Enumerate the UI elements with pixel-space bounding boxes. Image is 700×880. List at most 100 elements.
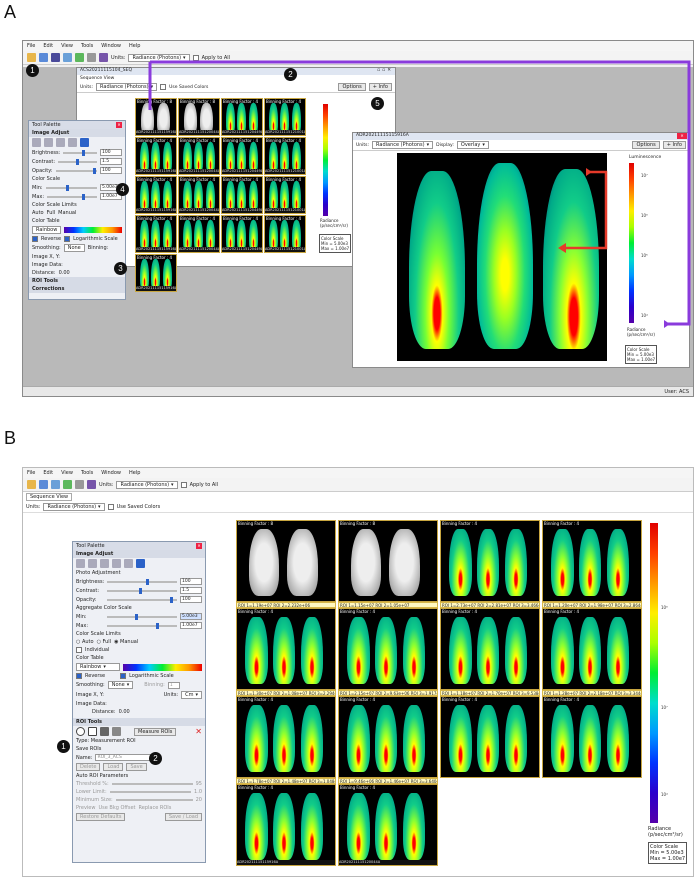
max-slider[interactable] bbox=[107, 622, 177, 629]
max-input[interactable]: 1.00e7 bbox=[180, 622, 202, 629]
save-button[interactable]: Save bbox=[126, 763, 147, 771]
min-size-value[interactable]: 20 bbox=[196, 797, 202, 803]
menu-edit-b[interactable]: Edit bbox=[43, 470, 53, 476]
binning-input[interactable]: 1 bbox=[167, 681, 180, 689]
min-slider[interactable] bbox=[107, 613, 177, 620]
apply-all-checkbox-b[interactable] bbox=[180, 481, 187, 488]
fit-icon[interactable] bbox=[100, 559, 109, 568]
help-icon[interactable] bbox=[87, 480, 96, 489]
square-roi-icon[interactable] bbox=[88, 727, 97, 736]
max-label: Max: bbox=[76, 622, 89, 629]
menu-tools-b[interactable]: Tools bbox=[81, 470, 93, 476]
save-rois-label: Save ROIs bbox=[76, 746, 102, 752]
sequence-thumbnail[interactable]: Binning Factor : 4 bbox=[440, 520, 540, 602]
restore-defaults-button[interactable]: Restore Defaults bbox=[76, 813, 126, 821]
bkg-offset-checkbox[interactable]: Use Bkg Offset bbox=[98, 805, 135, 811]
use-saved-colors-label-b: Use Saved Colors bbox=[116, 504, 161, 510]
sequence-thumbnail[interactable]: Binning Factor : 8 bbox=[236, 520, 336, 602]
measure-rois-button[interactable]: Measure ROIs bbox=[134, 727, 177, 736]
sequence-thumbnail[interactable]: Binning Factor : 4 ADR20211115115916A bbox=[236, 784, 336, 866]
tick-b-1e7: 10⁷ bbox=[661, 705, 668, 710]
manual-radio[interactable]: ◉ Manual bbox=[114, 639, 138, 645]
color-icon[interactable] bbox=[136, 559, 145, 568]
rainbow-select[interactable]: Rainbow ▾ bbox=[76, 663, 120, 671]
close-icon[interactable]: ✕ bbox=[196, 543, 202, 549]
tick-b-1e4: 10⁴ bbox=[661, 792, 668, 797]
sequence-thumbnail[interactable]: Binning Factor : 4 bbox=[338, 608, 438, 690]
contrast-input[interactable]: 1.5 bbox=[180, 587, 202, 594]
sequence-thumbnail[interactable]: Binning Factor : 8 bbox=[338, 520, 438, 602]
sequence-icon[interactable] bbox=[63, 480, 72, 489]
binning-factor-label: Binning Factor : 4 bbox=[340, 697, 376, 702]
replace-rois-checkbox[interactable]: Replace ROIs bbox=[139, 805, 172, 811]
opacity-slider[interactable] bbox=[107, 596, 177, 603]
zoom-out-icon[interactable] bbox=[88, 559, 97, 568]
roi-tools-header[interactable]: ROI Tools bbox=[73, 718, 205, 726]
smoothing-select[interactable]: None ▾ bbox=[107, 681, 134, 689]
sequence-thumbnail[interactable]: Binning Factor : 4 bbox=[542, 520, 642, 602]
copy-icon[interactable] bbox=[51, 480, 60, 489]
seq-units-value-b: Radiance (Photons) bbox=[47, 504, 97, 510]
min-size-label: Minimum Size: bbox=[76, 797, 113, 803]
circle-roi-icon[interactable] bbox=[76, 727, 85, 736]
sequence-thumbnail[interactable]: Binning Factor : 4 bbox=[542, 696, 642, 778]
load-button[interactable]: Load bbox=[103, 763, 124, 771]
sequence-view-tab-b[interactable]: Sequence View bbox=[26, 493, 73, 501]
mouse-thumbnail bbox=[245, 793, 268, 861]
menu-help-b[interactable]: Help bbox=[129, 470, 140, 476]
threshold-slider[interactable] bbox=[111, 783, 193, 785]
menu-window-b[interactable]: Window bbox=[101, 470, 121, 476]
crop-icon[interactable] bbox=[112, 559, 121, 568]
menu-view-b[interactable]: View bbox=[61, 470, 73, 476]
min-input[interactable]: 5.00e3 bbox=[180, 613, 202, 620]
brightness-input[interactable]: 100 bbox=[180, 578, 202, 585]
use-saved-colors-checkbox-b[interactable] bbox=[107, 504, 114, 510]
reverse-checkbox[interactable] bbox=[76, 673, 82, 679]
sequence-thumbnail[interactable]: Binning Factor : 4 bbox=[236, 608, 336, 690]
threshold-label: Threshold %: bbox=[76, 781, 109, 787]
open-folder-icon[interactable] bbox=[27, 480, 36, 489]
xy-units-select[interactable]: Cm ▾ bbox=[181, 691, 202, 699]
roi-name-input[interactable]: ROI_3_ACS bbox=[95, 754, 156, 761]
manual-radio-label: Manual bbox=[120, 639, 139, 645]
auto-radio[interactable]: ○ Auto bbox=[76, 639, 94, 645]
units-select-b[interactable]: Radiance (Photons) ▾ bbox=[116, 480, 178, 489]
sequence-tab-row-b: Sequence View bbox=[23, 492, 693, 502]
save-load-button[interactable]: Save / Load bbox=[164, 813, 202, 821]
preview-checkbox[interactable]: Preview bbox=[76, 805, 95, 811]
sequence-thumbnail[interactable]: Binning Factor : 4 bbox=[338, 696, 438, 778]
lower-limit-value[interactable]: 1.0 bbox=[194, 789, 202, 795]
mouse-thumbnail bbox=[504, 529, 528, 597]
zoom-in-icon[interactable] bbox=[76, 559, 85, 568]
grid-roi-icon[interactable] bbox=[100, 727, 109, 736]
individual-checkbox[interactable] bbox=[76, 647, 82, 653]
lower-limit-slider[interactable] bbox=[109, 791, 192, 793]
print-icon[interactable] bbox=[75, 480, 84, 489]
threshold-value[interactable]: 95 bbox=[196, 781, 202, 787]
image-adjust-header[interactable]: Image Adjust bbox=[73, 550, 205, 558]
free-roi-icon[interactable] bbox=[112, 727, 121, 736]
seq-units-select-b[interactable]: Radiance (Photons) ▾ bbox=[43, 503, 105, 511]
mouse-thumbnail bbox=[273, 617, 296, 685]
log-checkbox[interactable] bbox=[120, 673, 127, 679]
delete-button[interactable]: Delete bbox=[76, 763, 101, 771]
sequence-thumbnail[interactable]: Binning Factor : 4 bbox=[236, 696, 336, 778]
full-radio[interactable]: ○ Full bbox=[97, 639, 112, 645]
opacity-input[interactable]: 100 bbox=[180, 596, 202, 603]
delete-roi-icon[interactable]: ✕ bbox=[195, 727, 202, 736]
brightness-slider[interactable] bbox=[107, 578, 177, 585]
sequence-thumbnail[interactable]: Binning Factor : 4 ADR20211115120044A bbox=[338, 784, 438, 866]
sequence-thumbnail[interactable]: Binning Factor : 4 bbox=[440, 696, 540, 778]
pan-icon[interactable] bbox=[124, 559, 133, 568]
browse-icon[interactable] bbox=[39, 480, 48, 489]
roi-measurement-label: ROI 1=1.18e+07 ROI 2=1.70e+07 ROI 3=9.53… bbox=[440, 690, 540, 696]
sequence-thumbnail[interactable]: Binning Factor : 4 bbox=[542, 608, 642, 690]
min-size-slider[interactable] bbox=[115, 799, 193, 801]
max-row: Max: 1.00e7 bbox=[73, 621, 205, 630]
contrast-slider[interactable] bbox=[107, 587, 177, 594]
sequence-thumbnail[interactable]: Binning Factor : 4 bbox=[440, 608, 540, 690]
tool-palette-titlebar: Tool Palette ✕ bbox=[73, 542, 205, 550]
red-arrow bbox=[566, 170, 608, 250]
mouse-thumbnail bbox=[606, 529, 630, 597]
menu-file-b[interactable]: File bbox=[27, 470, 35, 476]
